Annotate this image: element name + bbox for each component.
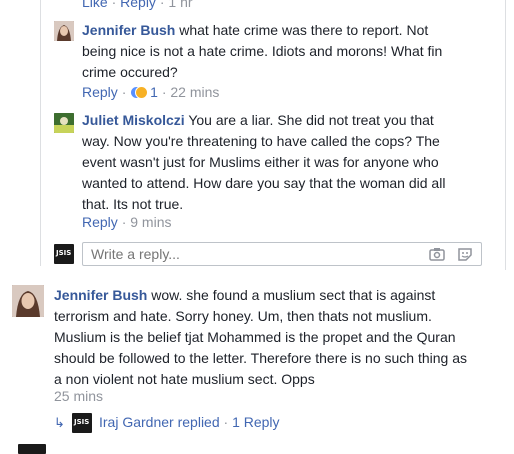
avatar[interactable] bbox=[12, 285, 44, 317]
timestamp: 1 hr bbox=[168, 0, 193, 10]
avatar-text: JSIS bbox=[74, 418, 90, 426]
comment-text-line: wow. she found a muslium sect that is ag… bbox=[151, 287, 436, 303]
reaction-icons bbox=[130, 85, 149, 99]
comment-juliet: Juliet Miskolczi You are a liar. She did… bbox=[82, 110, 502, 215]
comment-text-line: wanted to attend. How dare you say that … bbox=[82, 175, 446, 191]
avatar bbox=[18, 444, 46, 454]
comment-text-line: should be followed to the letter. Theref… bbox=[54, 350, 467, 366]
comment-timestamp: 25 mins bbox=[54, 388, 104, 404]
comment-actions: Reply · 9 mins bbox=[82, 214, 172, 230]
top-action-row: Like · Reply · 1 hr bbox=[82, 0, 193, 10]
avatar: JSIS bbox=[72, 413, 92, 433]
comment-text-line: being nice is not a hate crime. Idiots a… bbox=[82, 43, 443, 59]
comment-author[interactable]: Juliet Miskolczi bbox=[82, 112, 185, 128]
comment-actions: Reply · 1 · 22 mins bbox=[82, 84, 220, 100]
avatar[interactable] bbox=[54, 21, 74, 41]
reply-link[interactable]: Reply bbox=[120, 0, 156, 10]
avatar[interactable] bbox=[54, 113, 74, 133]
current-user-avatar: JSIS bbox=[54, 244, 74, 264]
comment-jennifer-1: Jennifer Bush what hate crime was there … bbox=[82, 20, 502, 83]
comment-text-line: crime occured? bbox=[82, 64, 178, 80]
replies-summary[interactable]: ↳ JSIS Iraj Gardner replied · 1 Reply bbox=[54, 413, 354, 433]
comment-jennifer-main: Jennifer Bush wow. she found a muslium s… bbox=[54, 285, 504, 390]
sticker-icon[interactable] bbox=[457, 247, 473, 261]
replies-count[interactable]: 1 Reply bbox=[232, 414, 279, 430]
like-link[interactable]: Like bbox=[82, 0, 108, 10]
avatar-photo bbox=[54, 113, 74, 133]
reactions[interactable]: 1 bbox=[130, 84, 162, 100]
reply-link[interactable]: Reply bbox=[82, 214, 118, 230]
comment-author[interactable]: Jennifer Bush bbox=[54, 287, 147, 303]
reply-link[interactable]: Reply bbox=[82, 84, 118, 100]
comment-text-line: event wasn't just for Muslims either it … bbox=[82, 154, 439, 170]
comment-text-line: You are a liar. She did not treat you th… bbox=[188, 112, 434, 128]
comment-author[interactable]: Jennifer Bush bbox=[82, 22, 175, 38]
comment-text-line: a non violent not hate muslium sect. Opp… bbox=[54, 371, 315, 387]
timestamp: 9 mins bbox=[130, 214, 172, 230]
comment-text-line: terrorism and hate. Sorry honey. Um, the… bbox=[54, 308, 432, 324]
thread-border bbox=[505, 0, 506, 270]
reaction-count: 1 bbox=[150, 84, 158, 100]
reply-input[interactable] bbox=[89, 245, 413, 263]
comment-text-line: what hate crime was there to report. Not bbox=[179, 22, 429, 38]
reply-author[interactable]: Iraj Gardner bbox=[99, 414, 174, 430]
reply-arrow-icon: ↳ bbox=[54, 415, 65, 430]
avatar-photo bbox=[12, 285, 44, 317]
reply-box[interactable] bbox=[82, 242, 482, 266]
avatar-text: JSIS bbox=[56, 249, 72, 257]
thread-line bbox=[40, 0, 41, 266]
comment-text-line: that. Its not true. bbox=[82, 196, 184, 212]
reply-action[interactable]: replied bbox=[178, 414, 220, 430]
avatar-photo bbox=[54, 21, 74, 41]
camera-icon[interactable] bbox=[429, 247, 445, 261]
comment-text-line: Muslium is the belief tjat Mohammed is t… bbox=[54, 329, 456, 345]
timestamp: 22 mins bbox=[170, 84, 220, 100]
comment-text-line: way. Now you're threatening to have call… bbox=[82, 133, 440, 149]
